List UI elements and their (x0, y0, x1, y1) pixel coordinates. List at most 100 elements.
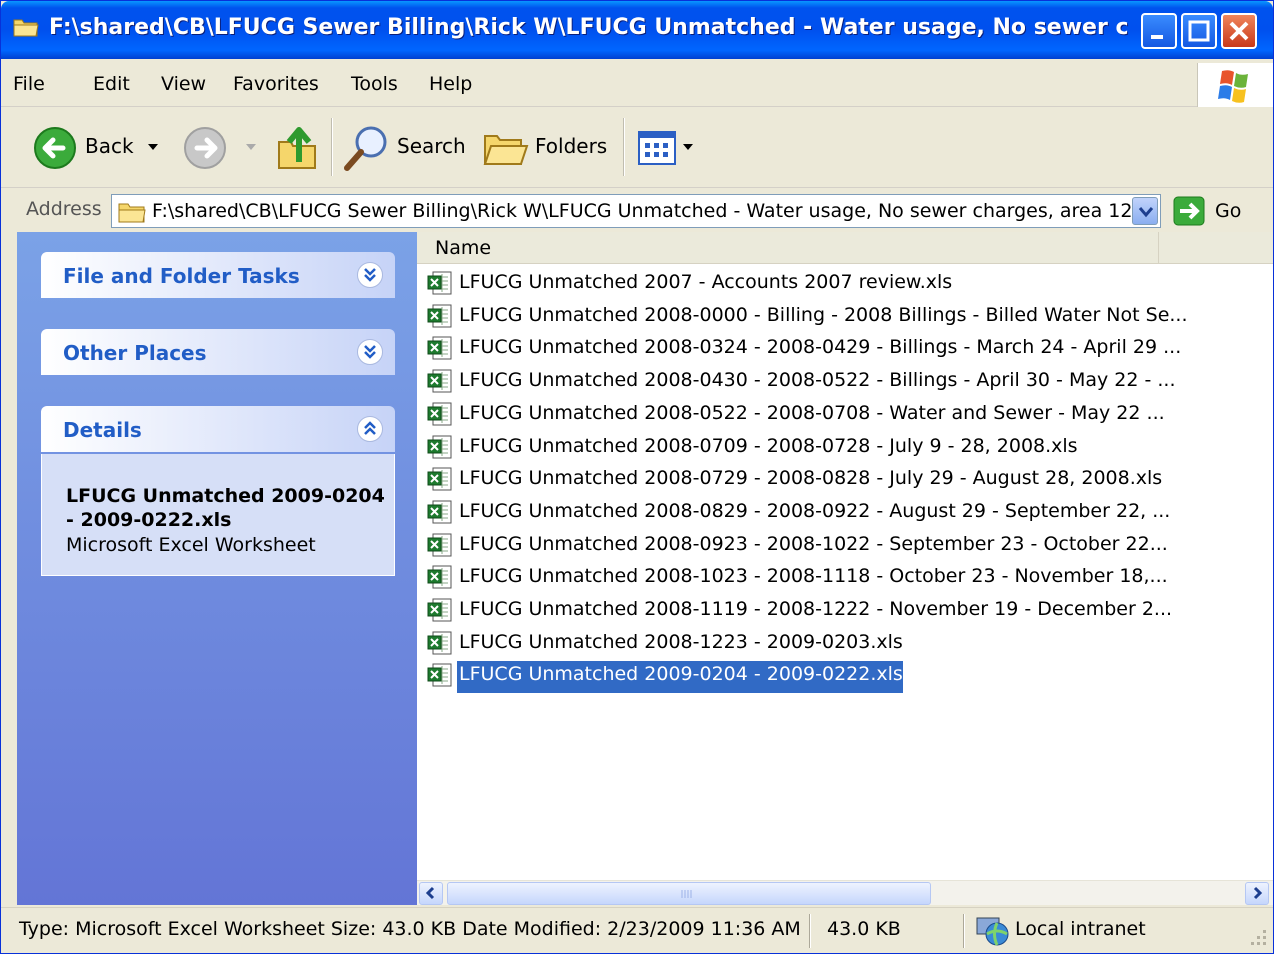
menu-file[interactable]: File (13, 73, 45, 95)
window-title: F:\shared\CB\LFUCG Sewer Billing\Rick W\… (49, 15, 1129, 40)
status-divider (809, 914, 811, 948)
search-icon (344, 126, 387, 171)
status-bar: Type: Microsoft Excel Worksheet Size: 43… (1, 907, 1273, 953)
chevron-right-icon (1253, 886, 1263, 900)
file-name: LFUCG Unmatched 2008-0000 - Billing - 20… (459, 303, 1188, 326)
address-field[interactable]: F:\shared\CB\LFUCG Sewer Billing\Rick W\… (111, 194, 1161, 228)
expand-chevron-icon[interactable] (357, 262, 383, 288)
details-panel: LFUCG Unmatched 2009-0204 - 2009-0222.xl… (41, 454, 395, 576)
folder-icon (118, 203, 146, 223)
up-button[interactable] (273, 108, 323, 186)
menu-favorites[interactable]: Favorites (233, 73, 319, 95)
toolbar-separator (331, 118, 333, 176)
menu-bar: File Edit View Favorites Tools Help (1, 59, 1273, 107)
toolbar: Back Search Folders (1, 108, 1273, 188)
folders-icon (483, 135, 529, 165)
maximize-button[interactable] (1181, 13, 1217, 49)
back-arrow-icon (34, 127, 76, 169)
file-name: LFUCG Unmatched 2008-0729 - 2008-0828 - … (459, 467, 1163, 490)
toolbar-separator (623, 118, 625, 176)
chevron-left-icon (425, 886, 435, 900)
column-header: Name (417, 232, 1273, 264)
excel-file-icon (427, 565, 452, 589)
address-bar: Address F:\shared\CB\LFUCG Sewer Billing… (1, 188, 1273, 232)
name-column-header[interactable]: Name (417, 232, 1159, 264)
file-name: LFUCG Unmatched 2008-0430 - 2008-0522 - … (459, 369, 1176, 392)
details-header[interactable]: Details (41, 406, 395, 452)
collapse-chevron-icon[interactable] (357, 416, 383, 442)
excel-file-icon (427, 369, 452, 393)
address-dropdown-button[interactable] (1132, 197, 1158, 225)
details-file-type: Microsoft Excel Worksheet (66, 534, 316, 556)
excel-file-icon (427, 663, 452, 687)
folders-button[interactable]: Folders (481, 108, 611, 186)
file-name: LFUCG Unmatched 2009-0204 - 2009-0222.xl… (459, 663, 903, 686)
status-zone: Local intranet (1015, 918, 1146, 940)
file-name: LFUCG Unmatched 2008-0829 - 2008-0922 - … (459, 499, 1171, 522)
windows-logo-icon (1197, 63, 1273, 107)
details-title: Details (63, 418, 142, 442)
scroll-left-button[interactable] (419, 882, 443, 905)
excel-file-icon (427, 467, 452, 491)
excel-file-icon (427, 271, 452, 295)
excel-file-icon (427, 402, 452, 426)
search-label: Search (397, 134, 466, 158)
name-column-label: Name (435, 237, 492, 259)
horizontal-scrollbar[interactable] (417, 880, 1273, 905)
back-label: Back (85, 134, 134, 158)
scroll-thumb[interactable] (447, 882, 931, 905)
other-places-title: Other Places (63, 341, 207, 365)
file-folder-tasks-header[interactable]: File and Folder Tasks (41, 252, 395, 298)
menu-view[interactable]: View (161, 73, 206, 95)
close-button[interactable] (1221, 13, 1257, 49)
resize-grip-icon[interactable] (1245, 926, 1269, 950)
file-list[interactable]: Name LFUCG Unmatched 2007 - Accounts 200… (417, 232, 1273, 880)
menu-tools[interactable]: Tools (351, 73, 398, 95)
folders-label: Folders (535, 134, 608, 158)
menu-edit[interactable]: Edit (93, 73, 130, 95)
excel-file-icon (427, 500, 452, 524)
network-globe-icon (976, 917, 1009, 946)
go-button[interactable]: Go (1171, 194, 1261, 228)
back-button[interactable]: Back (31, 108, 167, 186)
folder-icon (13, 16, 39, 38)
file-name: LFUCG Unmatched 2008-1023 - 2008-1118 - … (459, 565, 1168, 588)
explorer-window: F:\shared\CB\LFUCG Sewer Billing\Rick W\… (0, 0, 1274, 954)
search-button[interactable]: Search (341, 108, 467, 186)
status-info: Type: Microsoft Excel Worksheet Size: 43… (19, 918, 801, 940)
status-divider (963, 914, 965, 948)
file-name: LFUCG Unmatched 2008-0324 - 2008-0429 - … (459, 336, 1182, 359)
chevron-down-icon (148, 144, 158, 150)
file-name: LFUCG Unmatched 2008-1119 - 2008-1222 - … (459, 598, 1173, 620)
address-value: F:\shared\CB\LFUCG Sewer Billing\Rick W\… (152, 200, 1132, 222)
file-name: LFUCG Unmatched 2008-0709 - 2008-0728 - … (459, 434, 1078, 457)
excel-file-icon (427, 435, 452, 458)
file-name: LFUCG Unmatched 2008-0522 - 2008-0708 - … (459, 401, 1165, 424)
expand-chevron-icon[interactable] (357, 339, 383, 365)
file-name: LFUCG Unmatched 2008-1223 - 2009-0203.xl… (459, 630, 903, 653)
file-name: LFUCG Unmatched 2007 - Accounts 2007 rev… (459, 271, 953, 293)
go-label: Go (1215, 200, 1242, 222)
minimize-button[interactable] (1141, 13, 1177, 49)
file-name: LFUCG Unmatched 2008-0923 - 2008-1022 - … (459, 532, 1168, 555)
title-bar[interactable]: F:\shared\CB\LFUCG Sewer Billing\Rick W\… (1, 1, 1273, 59)
task-pane: File and Folder Tasks Other Places Detai… (17, 232, 417, 905)
scroll-right-button[interactable] (1245, 882, 1269, 905)
chevron-down-icon (246, 144, 256, 150)
views-button[interactable] (635, 108, 701, 186)
views-icon (638, 131, 693, 165)
forward-button[interactable] (181, 108, 261, 186)
excel-file-icon (427, 631, 452, 655)
menu-help[interactable]: Help (429, 73, 472, 95)
address-label: Address (26, 198, 102, 220)
status-size: 43.0 KB (827, 918, 901, 940)
excel-file-icon (427, 533, 452, 557)
forward-arrow-icon (184, 127, 226, 169)
file-folder-tasks-title: File and Folder Tasks (63, 264, 300, 288)
excel-file-icon (427, 336, 452, 360)
details-file-name: LFUCG Unmatched 2009-0204 - 2009-0222.xl… (66, 485, 385, 531)
chevron-down-icon (1138, 207, 1154, 218)
up-folder-icon (278, 127, 316, 169)
excel-file-icon (427, 598, 452, 622)
other-places-header[interactable]: Other Places (41, 329, 395, 375)
